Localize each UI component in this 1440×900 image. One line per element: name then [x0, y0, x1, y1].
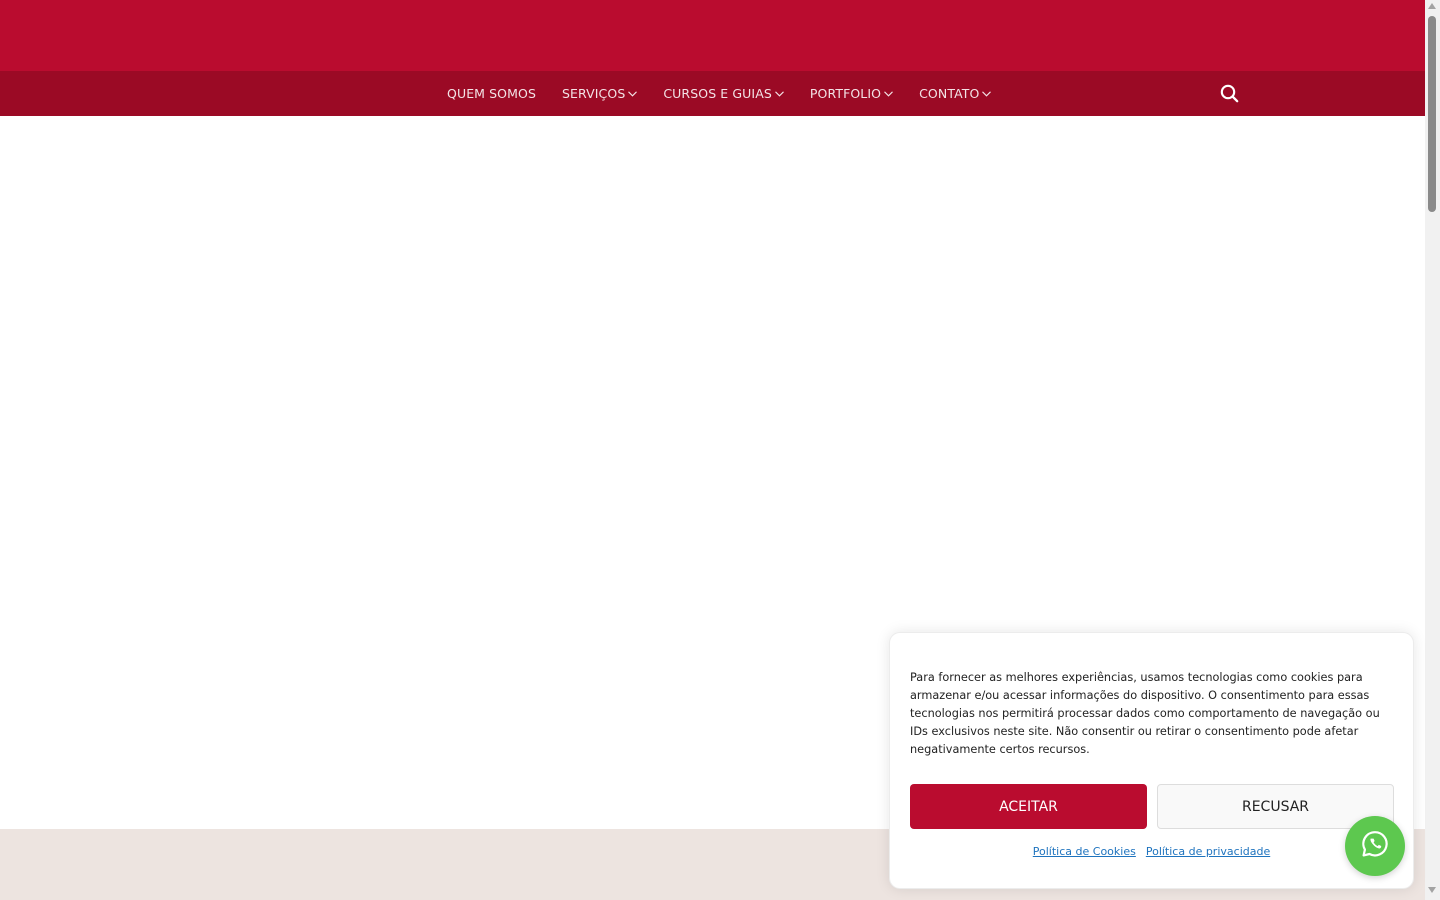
nav-item-quem-somos[interactable]: QUEM SOMOS: [447, 86, 536, 101]
vertical-scrollbar[interactable]: [1425, 0, 1440, 900]
nav-item-cursos-e-guias[interactable]: CURSOS E GUIAS: [663, 86, 784, 101]
accept-cookies-button[interactable]: ACEITAR: [910, 784, 1147, 829]
scroll-up-arrow[interactable]: [1428, 3, 1436, 9]
nav-item-label: PORTFOLIO: [809, 86, 882, 101]
whatsapp-icon: [1360, 829, 1390, 863]
cookie-policy-link[interactable]: Política de Cookies: [1033, 845, 1136, 858]
chevron-down-icon: [628, 90, 638, 97]
scrollbar-thumb[interactable]: [1428, 16, 1436, 212]
search-button[interactable]: [1219, 83, 1240, 104]
cookie-consent-text: Para fornecer as melhores experiências, …: [910, 671, 1380, 756]
site-header: [0, 0, 1425, 71]
chevron-down-icon: [775, 90, 784, 97]
nav-item-portfolio[interactable]: PORTFOLIO: [810, 86, 893, 101]
chevron-down-icon: [884, 90, 893, 97]
main-navigation: QUEM SOMOS SERVIÇOS CURSOS E GUIAS PORTF…: [0, 71, 1425, 116]
chevron-down-icon: [982, 90, 992, 97]
cookie-policy-links: Política de Cookies Política de privacid…: [890, 845, 1413, 858]
nav-item-label: SERVIÇOS: [561, 86, 626, 101]
nav-item-contato[interactable]: CONTATO: [919, 86, 992, 101]
nav-item-label: CONTATO: [919, 86, 980, 101]
nav-item-label: QUEM SOMOS: [447, 86, 536, 101]
nav-item-servicos[interactable]: SERVIÇOS: [561, 86, 638, 101]
scroll-down-arrow[interactable]: [1428, 887, 1436, 893]
privacy-policy-link[interactable]: Política de privacidade: [1146, 845, 1270, 858]
cookie-consent-banner: Para fornecer as melhores experiências, …: [889, 632, 1414, 889]
nav-menu: QUEM SOMOS SERVIÇOS CURSOS E GUIAS PORTF…: [447, 71, 1017, 116]
whatsapp-chat-button[interactable]: [1345, 816, 1405, 876]
search-icon: [1219, 84, 1240, 108]
nav-item-label: CURSOS E GUIAS: [663, 86, 772, 101]
